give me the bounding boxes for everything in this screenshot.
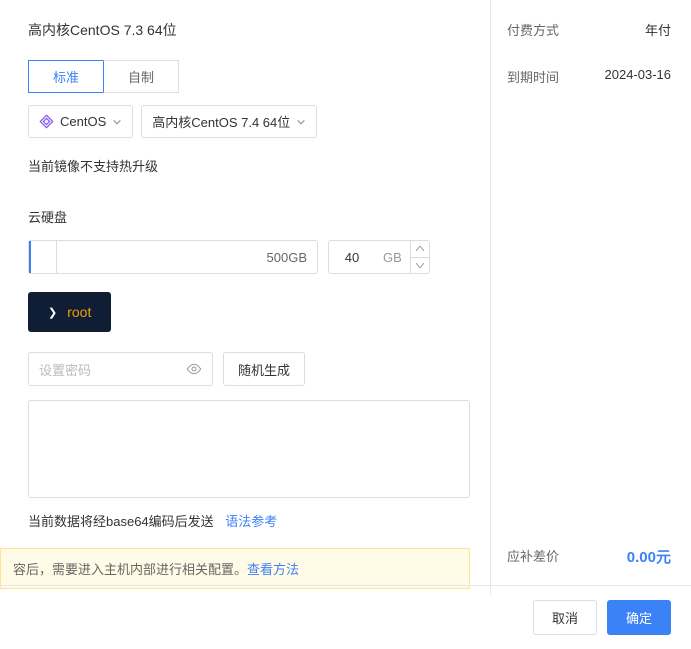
disk-max-label: 500GB [267,250,317,265]
chevron-down-icon [112,117,122,127]
cancel-button[interactable]: 取消 [533,600,597,635]
expire-label: 到期时间 [507,67,559,86]
eye-icon[interactable] [186,361,202,377]
page-title: 高内核CentOS 7.3 64位 [28,20,470,40]
disk-value[interactable]: 40 [329,250,375,265]
slider-handle[interactable] [29,241,57,273]
root-button[interactable]: ❯ root [28,292,111,332]
chevron-down-icon [416,263,424,268]
userdata-textarea[interactable] [28,400,470,498]
image-select-label: 高内核CentOS 7.4 64位 [152,112,290,131]
right-panel: 付费方式 年付 到期时间 2024-03-16 应补差价 0.00元 [491,0,691,595]
notice-link[interactable]: 查看方法 [247,562,299,577]
os-select-row: CentOS 高内核CentOS 7.4 64位 [28,105,470,138]
disk-section-label: 云硬盘 [28,207,470,226]
chevron-down-icon [296,117,306,127]
centos-icon [39,114,54,129]
payment-row: 付费方式 年付 [507,20,671,39]
disk-stepper [410,241,429,273]
os-select[interactable]: CentOS [28,105,133,138]
expire-row: 到期时间 2024-03-16 [507,67,671,86]
random-generate-button[interactable]: 随机生成 [223,352,305,386]
ok-button[interactable]: 确定 [607,600,671,635]
image-type-tabs: 标准 自制 [28,60,470,93]
hot-upgrade-warning: 当前镜像不支持热升级 [28,156,470,175]
disk-slider[interactable]: 500GB [28,240,318,274]
disk-unit: GB [375,250,410,265]
encode-note: 当前数据将经base64编码后发送 [28,514,214,529]
disk-number-input[interactable]: 40 GB [328,240,430,274]
payment-value: 年付 [645,20,671,39]
chevron-right-icon: ❯ [48,306,57,319]
disk-row: 500GB 40 GB [28,240,470,274]
encode-note-row: 当前数据将经base64编码后发送 语法参考 [28,511,470,530]
chevron-up-icon [416,246,424,251]
notice-text: 容后，需要进入主机内部进行相关配置。 [13,562,247,577]
footer: 取消 确定 [0,585,691,649]
stepper-down[interactable] [411,258,429,274]
password-input[interactable]: 设置密码 [28,352,213,386]
price-diff-row: 应补差价 0.00元 [507,546,671,567]
image-select[interactable]: 高内核CentOS 7.4 64位 [141,105,317,138]
price-diff-label: 应补差价 [507,546,559,567]
notice-box: 容后，需要进入主机内部进行相关配置。查看方法 [0,548,470,589]
password-placeholder: 设置密码 [39,360,186,379]
left-panel: 高内核CentOS 7.3 64位 标准 自制 CentOS 高内核CentOS… [0,0,491,595]
os-select-label: CentOS [60,114,106,129]
payment-label: 付费方式 [507,20,559,39]
price-diff-value: 0.00元 [627,546,671,567]
syntax-link[interactable]: 语法参考 [225,514,277,529]
expire-value: 2024-03-16 [605,67,672,86]
tab-standard[interactable]: 标准 [28,60,103,93]
root-button-label: root [67,304,91,320]
tab-custom[interactable]: 自制 [103,60,179,93]
password-row: 设置密码 随机生成 [28,352,470,386]
stepper-up[interactable] [411,241,429,258]
